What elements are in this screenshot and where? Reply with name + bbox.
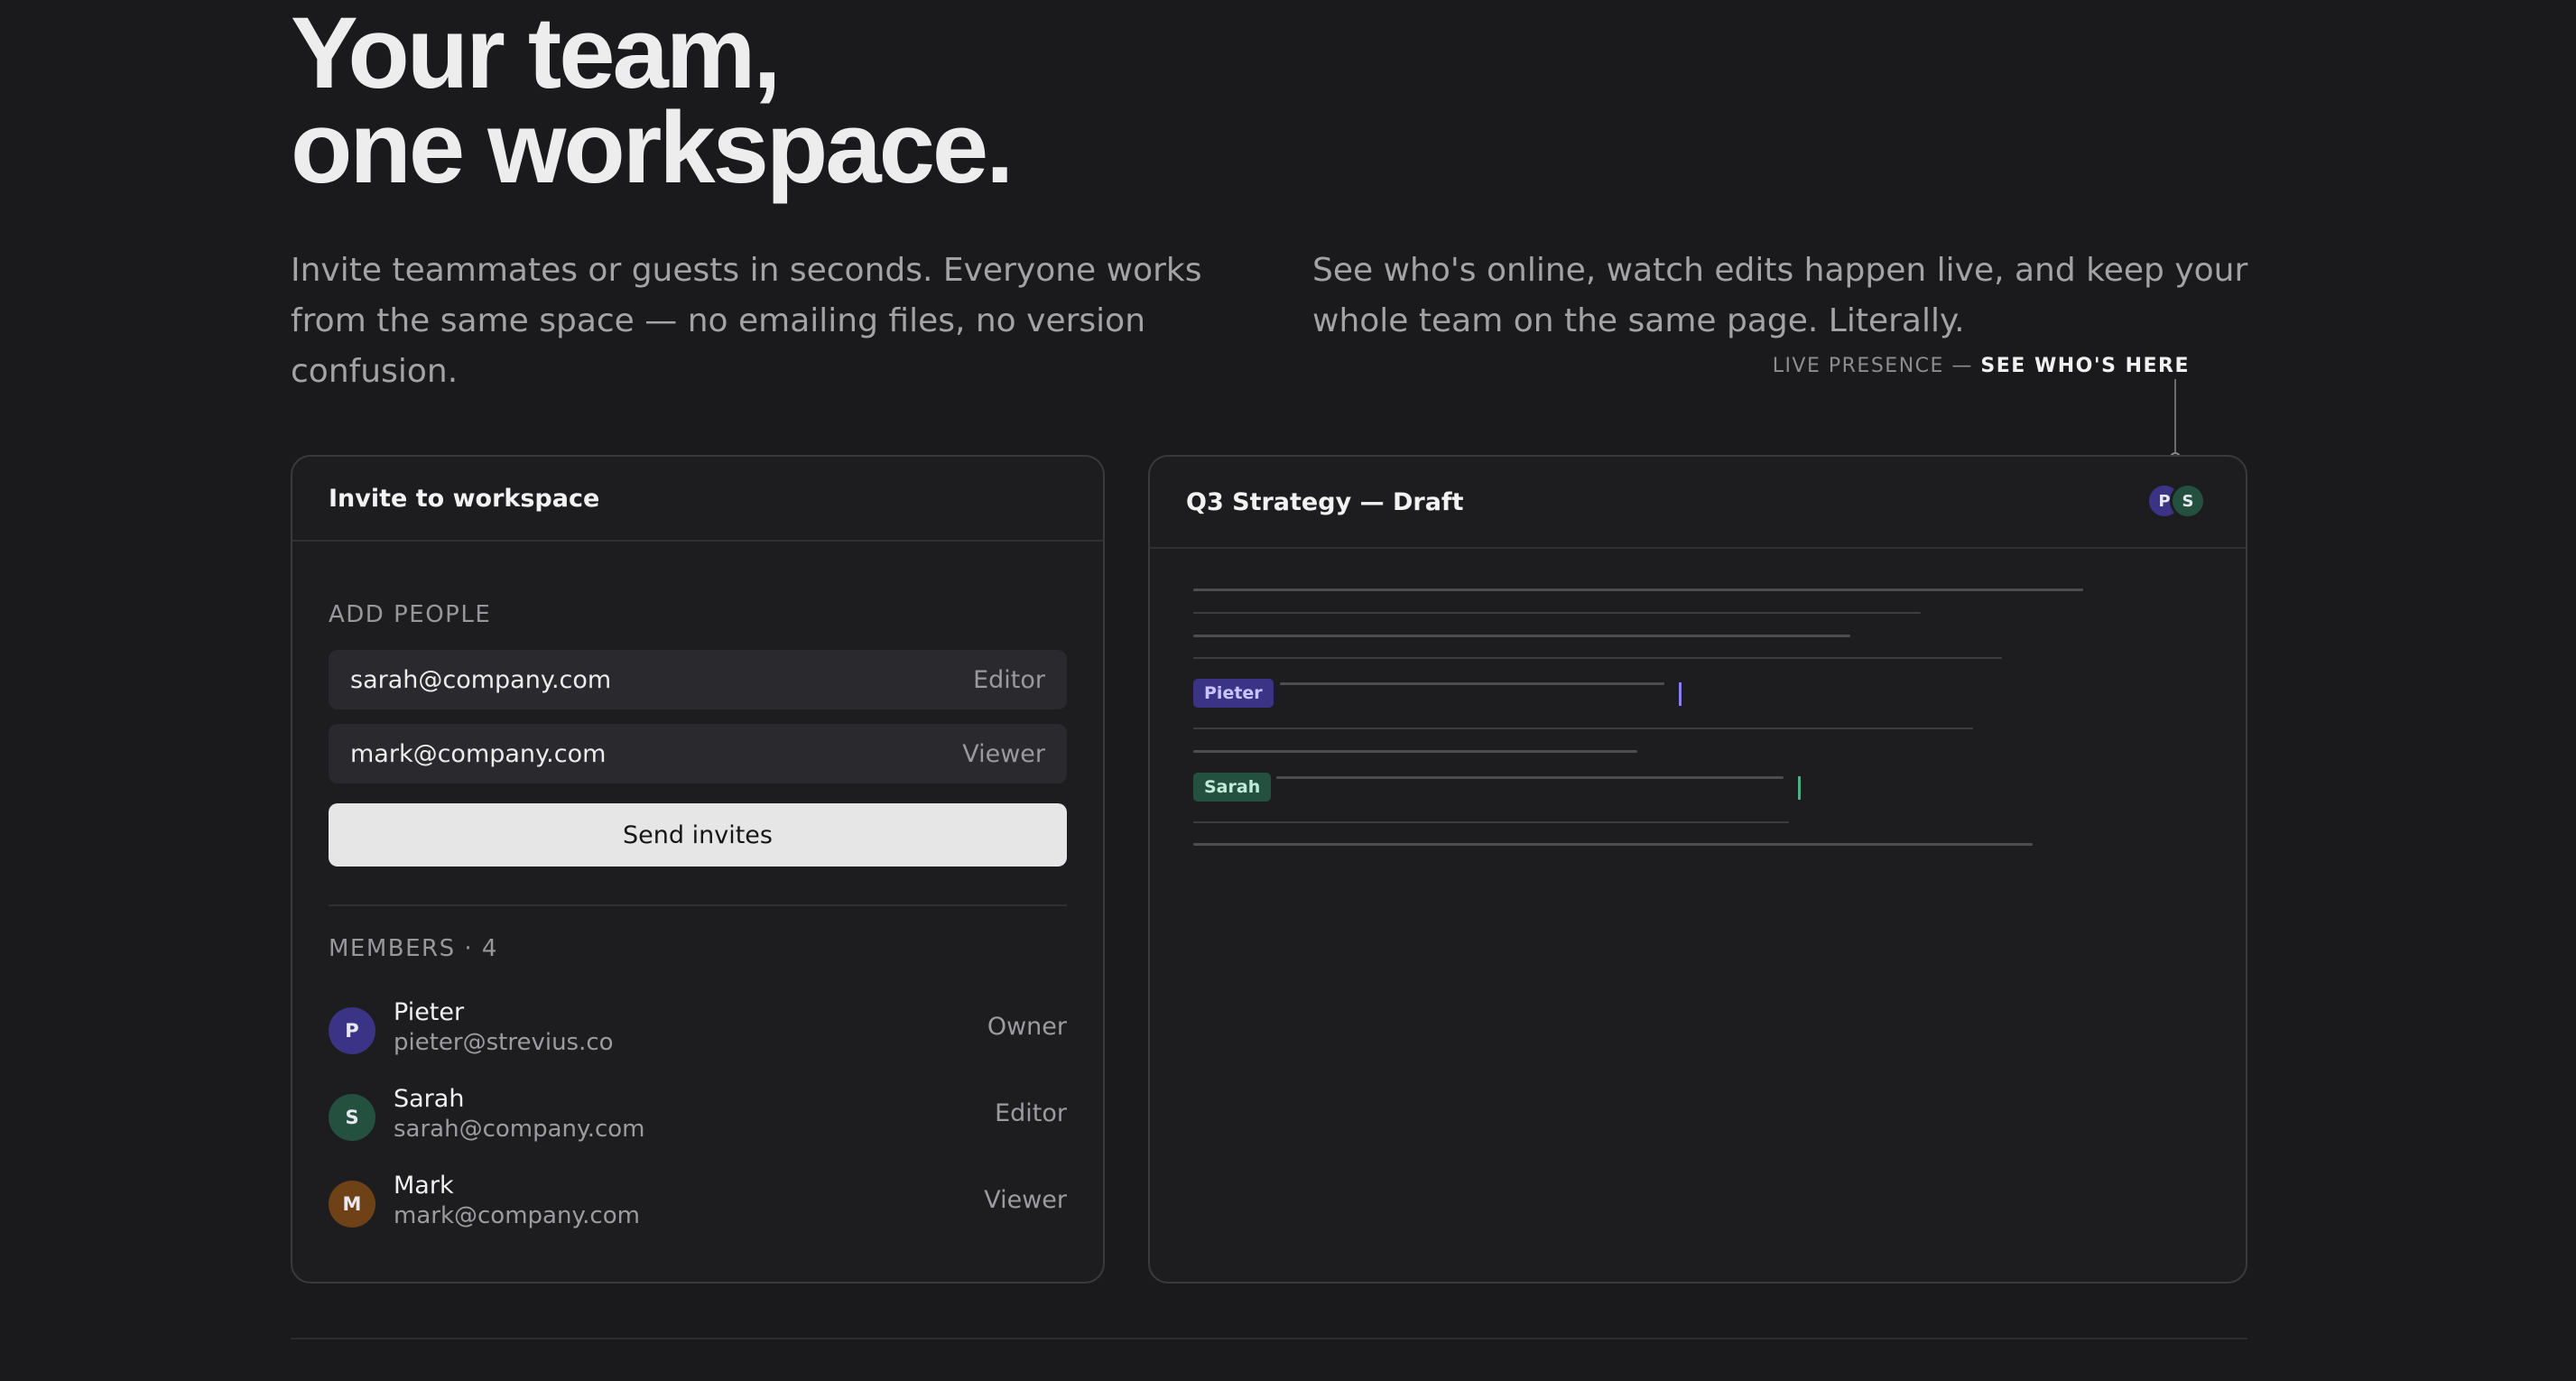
member-email: mark@company.com xyxy=(394,1202,640,1229)
text-line-placeholder xyxy=(1193,635,1850,637)
hero-title-line-2: one workspace. xyxy=(291,91,1014,204)
document-card: Q3 Strategy — Draft P S Pieter Sarah xyxy=(1148,455,2247,1284)
intro-invite-text: Invite teammates or guests in seconds. E… xyxy=(291,252,1202,390)
member-name: Pieter xyxy=(394,998,465,1026)
invite-row[interactable]: sarah@company.com Editor xyxy=(329,650,1067,709)
invite-role-select[interactable]: Editor xyxy=(973,666,1045,694)
member-row: M Mark mark@company.com Viewer xyxy=(329,1172,1067,1244)
collaboration-section: Your team, one workspace. Invite teammat… xyxy=(0,0,2576,1381)
document-header: Q3 Strategy — Draft P S xyxy=(1150,457,2246,549)
member-name: Mark xyxy=(394,1172,454,1200)
text-line-placeholder xyxy=(1193,589,2083,591)
invite-email: mark@company.com xyxy=(350,739,607,768)
member-role[interactable]: Viewer xyxy=(984,1186,1067,1214)
callout-leader-line xyxy=(2174,379,2176,455)
hero-title: Your team, one workspace. xyxy=(291,0,1014,204)
text-line-placeholder xyxy=(1280,682,1664,685)
avatar: S xyxy=(2170,483,2206,519)
live-cursor-caret xyxy=(1798,776,1801,800)
avatar: S xyxy=(329,1094,375,1141)
member-email: sarah@company.com xyxy=(394,1116,645,1143)
member-name: Sarah xyxy=(394,1085,465,1113)
live-cursor-caret xyxy=(1679,682,1682,706)
avatar: M xyxy=(329,1181,375,1228)
text-line-placeholder xyxy=(1276,776,1784,779)
member-role[interactable]: Owner xyxy=(987,1013,1067,1041)
invite-row[interactable]: mark@company.com Viewer xyxy=(329,724,1067,783)
intro-presence-text: See who's online, watch edits happen liv… xyxy=(1312,252,2248,339)
text-line-placeholder xyxy=(1193,728,1973,729)
text-line-placeholder xyxy=(1193,612,1921,614)
cursor-label-pieter: Pieter xyxy=(1193,679,1274,708)
avatar: P xyxy=(329,1007,375,1054)
section-divider xyxy=(329,904,1067,906)
invite-card: Invite to workspace ADD PEOPLE sarah@com… xyxy=(291,455,1105,1284)
hero-title-line-1: Your team, xyxy=(291,0,782,109)
member-row: P Pieter pieter@strevius.co Owner xyxy=(329,998,1067,1071)
presence-avatars: P S xyxy=(2146,483,2210,521)
document-title: Q3 Strategy — Draft xyxy=(1186,487,1464,516)
text-line-placeholder xyxy=(1193,843,2033,846)
invite-email: sarah@company.com xyxy=(350,665,612,694)
member-email: pieter@strevius.co xyxy=(394,1029,614,1056)
members-label: MEMBERS · 4 xyxy=(329,935,498,962)
text-line-placeholder xyxy=(1193,821,1789,823)
callout-prefix: LIVE PRESENCE — xyxy=(1772,355,1981,377)
cursor-label-sarah: Sarah xyxy=(1193,773,1272,802)
invite-card-title: Invite to workspace xyxy=(292,457,1103,542)
section-divider xyxy=(291,1338,2247,1339)
member-row: S Sarah sarah@company.com Editor xyxy=(329,1085,1067,1157)
member-role[interactable]: Editor xyxy=(995,1099,1067,1127)
invite-role-select[interactable]: Viewer xyxy=(962,740,1045,768)
callout-emphasis: SEE WHO'S HERE xyxy=(1980,355,2190,377)
send-invites-button[interactable]: Send invites xyxy=(329,803,1067,867)
text-line-placeholder xyxy=(1193,657,2002,659)
text-line-placeholder xyxy=(1193,750,1637,753)
live-presence-callout: LIVE PRESENCE — SEE WHO'S HERE xyxy=(1625,355,2190,377)
add-people-label: ADD PEOPLE xyxy=(329,601,492,628)
